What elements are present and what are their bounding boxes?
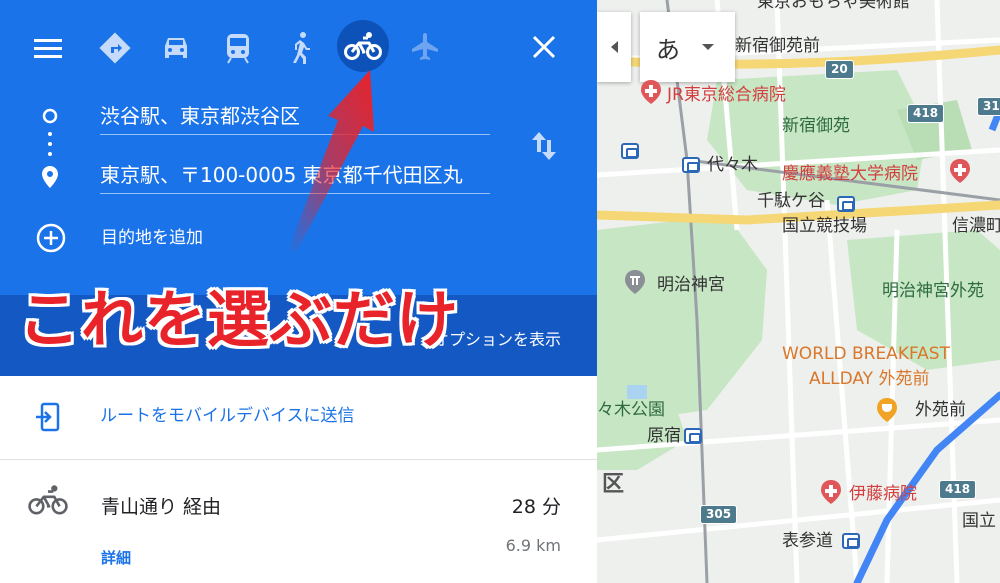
route-duration: 28 分: [511, 496, 561, 518]
mode-transit-button[interactable]: [218, 28, 258, 68]
route-dots-icon: [42, 108, 58, 188]
send-to-device-row[interactable]: ルートをモバイルデバイスに送信: [0, 376, 597, 460]
directions-panel: 渋谷駅、東京都渋谷区 東京駅、〒100-0005 東京都千代田区丸 目的地を追加…: [0, 0, 597, 583]
route-shield-418-a: 418: [907, 104, 945, 124]
station-icon[interactable]: [684, 428, 702, 444]
hospital-pin-icon[interactable]: [950, 159, 970, 183]
send-to-device-link[interactable]: ルートをモバイルデバイスに送信: [100, 404, 355, 428]
swap-arrows-icon: [532, 132, 556, 160]
map-label-meiji-jingu-gaien[interactable]: 明治神宮外苑: [882, 283, 984, 300]
map-label-keio-hospital[interactable]: 慶應義塾大学病院: [782, 166, 918, 183]
ime-mode-label: あ: [656, 35, 680, 64]
map-label-yoyogi[interactable]: 代々木: [707, 157, 758, 174]
map-label-toy-museum[interactable]: 東京おもちゃ美術館: [757, 0, 910, 11]
map-label-harajuku[interactable]: 原宿: [647, 428, 681, 445]
map-label-shinjuku-gyoen-mae[interactable]: 新宿御苑前: [735, 38, 820, 55]
chevron-left-icon: [610, 41, 618, 53]
route-shield-305: 305: [700, 505, 738, 525]
route-shield-20: 20: [825, 60, 854, 80]
station-icon[interactable]: [682, 157, 700, 173]
add-circle-icon: [36, 223, 66, 253]
map-label-national-stadium[interactable]: 国立競技場: [782, 218, 867, 235]
train-icon: [227, 34, 249, 64]
menu-button[interactable]: [30, 30, 66, 66]
map-label-sendagaya[interactable]: 千駄ケ谷: [757, 193, 825, 210]
map-label-meiji-jingu[interactable]: 明治神宮: [657, 277, 725, 294]
annotation-caption: これを選ぶだけ: [18, 283, 460, 356]
map-label-world-breakfast[interactable]: WORLD BREAKFAST: [782, 346, 950, 363]
mode-driving-button[interactable]: [156, 28, 196, 68]
map-label-shinjuku-gyoen[interactable]: 新宿御苑: [782, 118, 850, 135]
menu-icon: [34, 39, 62, 58]
mode-flights-button[interactable]: [405, 28, 445, 68]
ime-toggle[interactable]: あ: [640, 12, 735, 82]
bicycle-icon: [28, 485, 68, 515]
station-icon[interactable]: [837, 196, 855, 212]
map-label-shinanomachi[interactable]: 信濃町: [952, 218, 1000, 235]
route-option[interactable]: 青山通り 経由 28 分 6.9 km 詳細: [0, 460, 597, 583]
map-label-jr-tokyo-hospital[interactable]: JR東京総合病院: [667, 87, 786, 104]
bicycle-icon: [344, 32, 382, 60]
directions-diamond-icon: [99, 32, 131, 64]
map-label-allday[interactable]: ALLDAY 外苑前: [809, 371, 929, 388]
map-label-kokuritsu[interactable]: 国立: [962, 513, 996, 530]
route-details-link[interactable]: 詳細: [101, 547, 131, 569]
car-icon: [165, 38, 187, 58]
map-label-omotesando[interactable]: 表参道: [782, 533, 833, 550]
swap-button[interactable]: [527, 126, 561, 166]
caret-down-icon: [702, 44, 714, 50]
route-distance: 6.9 km: [505, 536, 561, 555]
map-label-park[interactable]: 々木公園: [597, 402, 665, 419]
add-destination-button[interactable]: [33, 220, 69, 256]
route-shield-319: 319: [977, 97, 1000, 117]
station-icon[interactable]: [621, 143, 639, 159]
hospital-pin-icon[interactable]: [821, 480, 841, 504]
close-icon: [532, 35, 556, 59]
hospital-pin-icon[interactable]: [641, 80, 661, 104]
cafe-pin-icon[interactable]: [877, 398, 897, 422]
close-button[interactable]: [525, 28, 563, 66]
send-to-device-icon: [36, 402, 60, 432]
shrine-pin-icon[interactable]: [625, 270, 645, 294]
add-destination-label[interactable]: 目的地を追加: [101, 226, 203, 250]
map-label-gaienmae[interactable]: 外苑前: [915, 402, 966, 419]
route-name: 青山通り 経由: [101, 496, 222, 518]
route-shield-418-b: 418: [939, 480, 977, 500]
map-label-ward: 区: [602, 472, 625, 497]
station-icon[interactable]: [842, 533, 860, 549]
mode-best-button[interactable]: [95, 28, 135, 68]
map-label-ito-hospital[interactable]: 伊藤病院: [849, 486, 917, 503]
annotation-arrow: [288, 70, 374, 252]
airplane-icon: [412, 33, 438, 60]
map-view[interactable]: あ 東京おもちゃ美術館 JR東京総合病院 新宿御苑前 新宿御苑 代々木 慶應義塾…: [597, 0, 1000, 583]
collapse-panel-button[interactable]: [597, 12, 631, 82]
